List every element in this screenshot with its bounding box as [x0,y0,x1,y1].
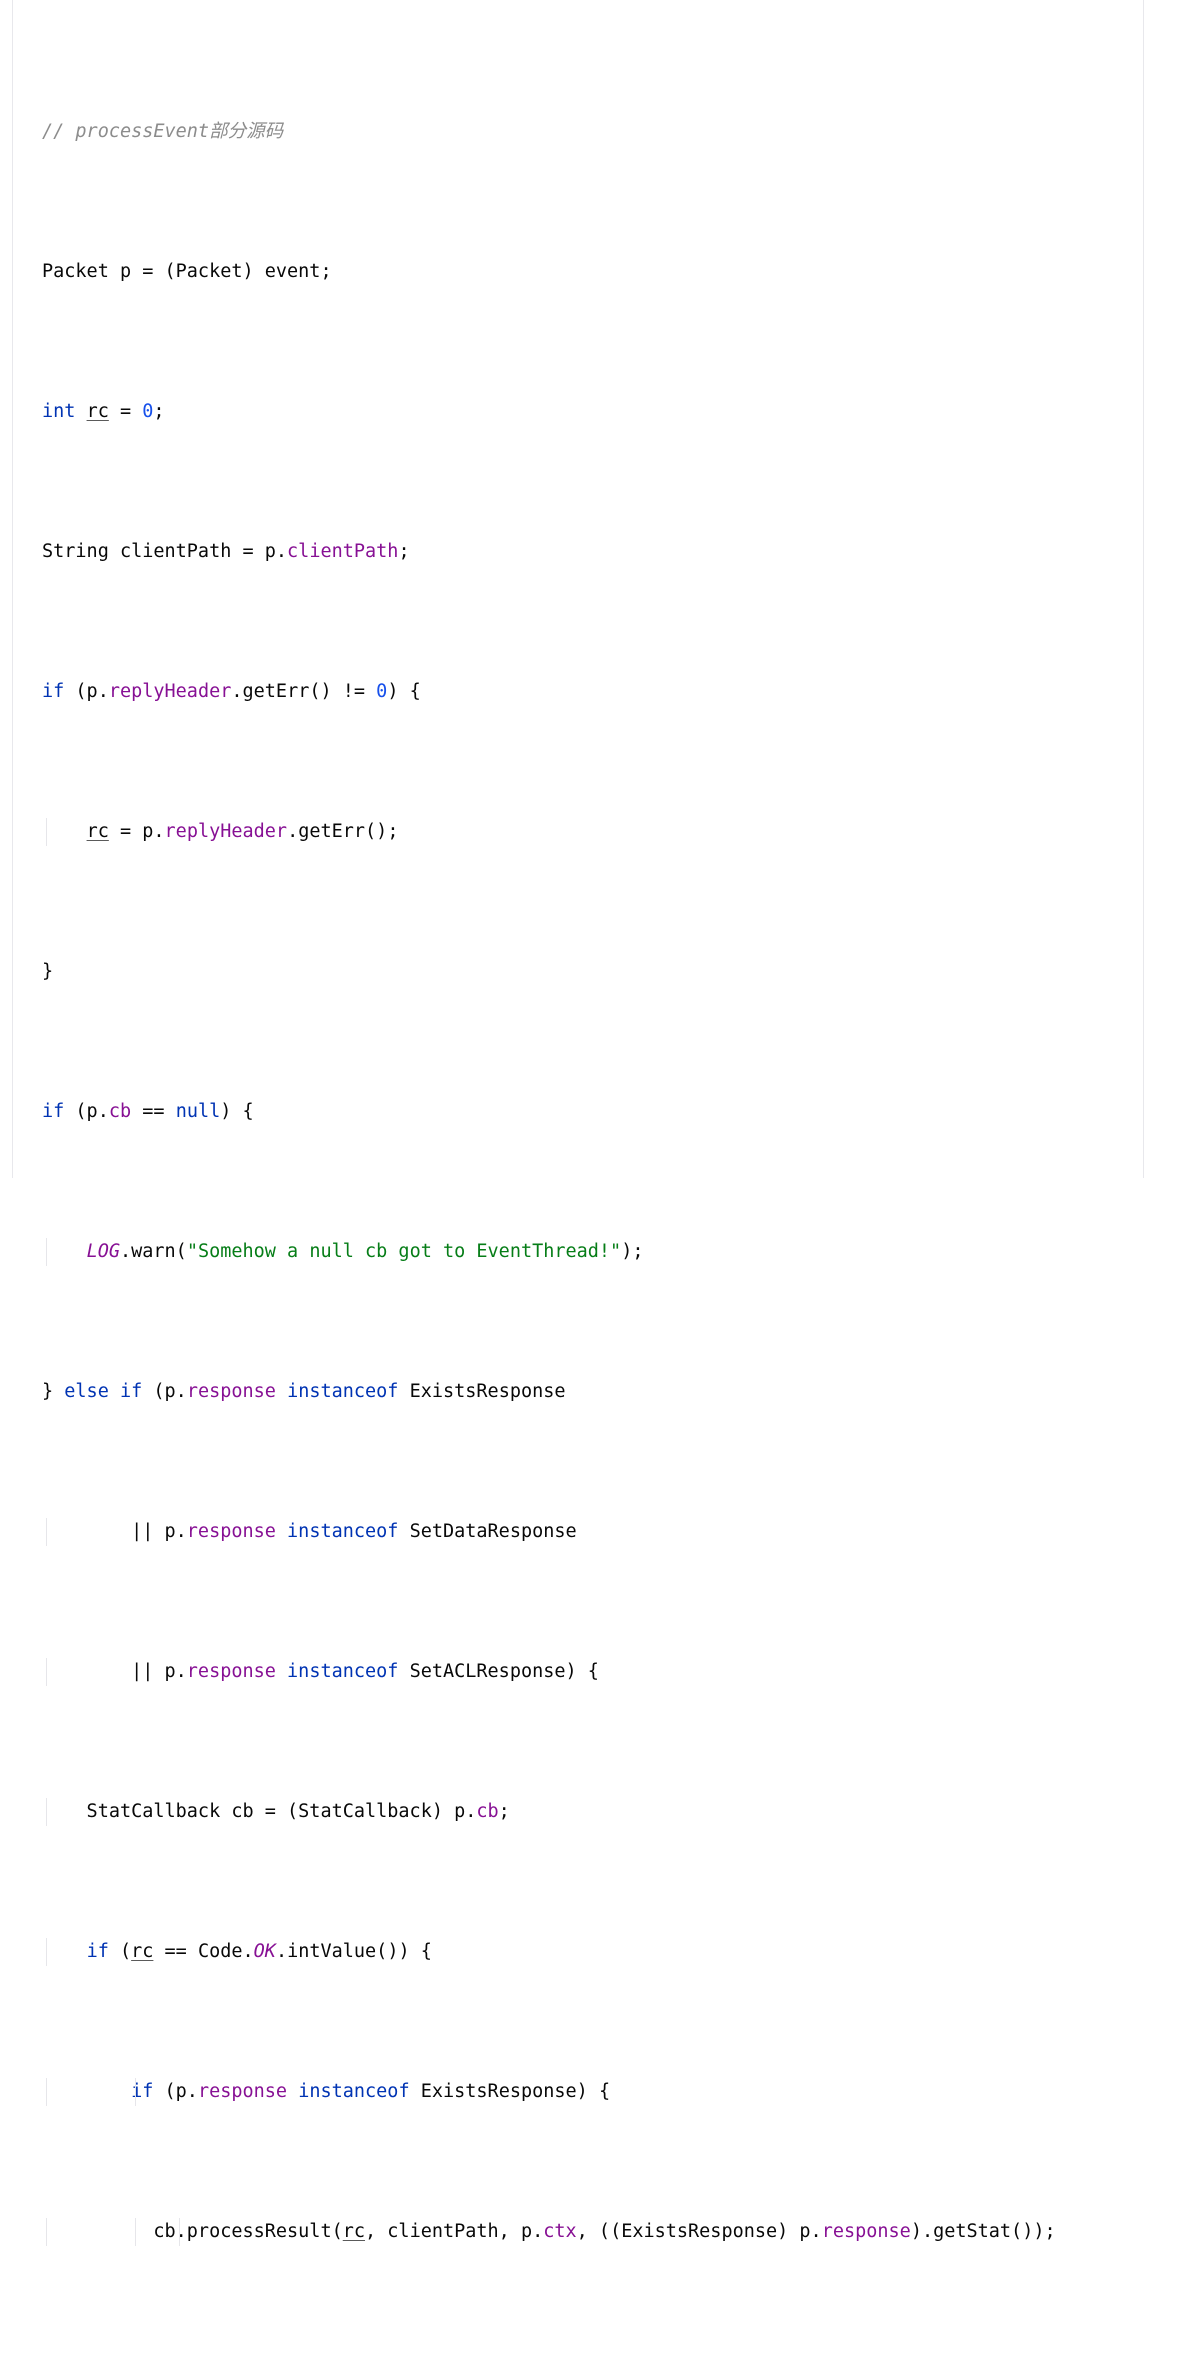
code-line[interactable]: rc = p.replyHeader.getErr(); [0,818,1181,846]
code-line[interactable]: LOG.warn("Somehow a null cb got to Event… [0,1238,1181,1266]
code-line[interactable]: // processEvent部分源码 [0,118,1181,146]
code-line[interactable]: if (p.replyHeader.getErr() != 0) { [0,678,1181,706]
code-editor[interactable]: // processEvent部分源码 Packet p = (Packet) … [0,0,1181,2246]
code-line[interactable]: if (p.cb == null) { [0,1098,1181,1126]
line-comment: // processEvent部分源码 [42,121,284,142]
code-content[interactable]: // processEvent部分源码 Packet p = (Packet) … [0,6,1181,2356]
code-line[interactable]: } [0,958,1181,986]
code-line[interactable]: } else if (p.response instanceof ExistsR… [0,1378,1181,1406]
code-line[interactable]: cb.processResult(rc, clientPath, p.ctx, … [0,2218,1181,2246]
code-line[interactable]: int rc = 0; [0,398,1181,426]
code-line[interactable]: Packet p = (Packet) event; [0,258,1181,286]
code-line[interactable]: || p.response instanceof SetACLResponse)… [0,1658,1181,1686]
code-line[interactable]: || p.response instanceof SetDataResponse [0,1518,1181,1546]
code-line[interactable]: if (p.response instanceof ExistsResponse… [0,2078,1181,2106]
code-line[interactable]: StatCallback cb = (StatCallback) p.cb; [0,1798,1181,1826]
code-line[interactable]: if (rc == Code.OK.intValue()) { [0,1938,1181,1966]
code-line[interactable]: String clientPath = p.clientPath; [0,538,1181,566]
